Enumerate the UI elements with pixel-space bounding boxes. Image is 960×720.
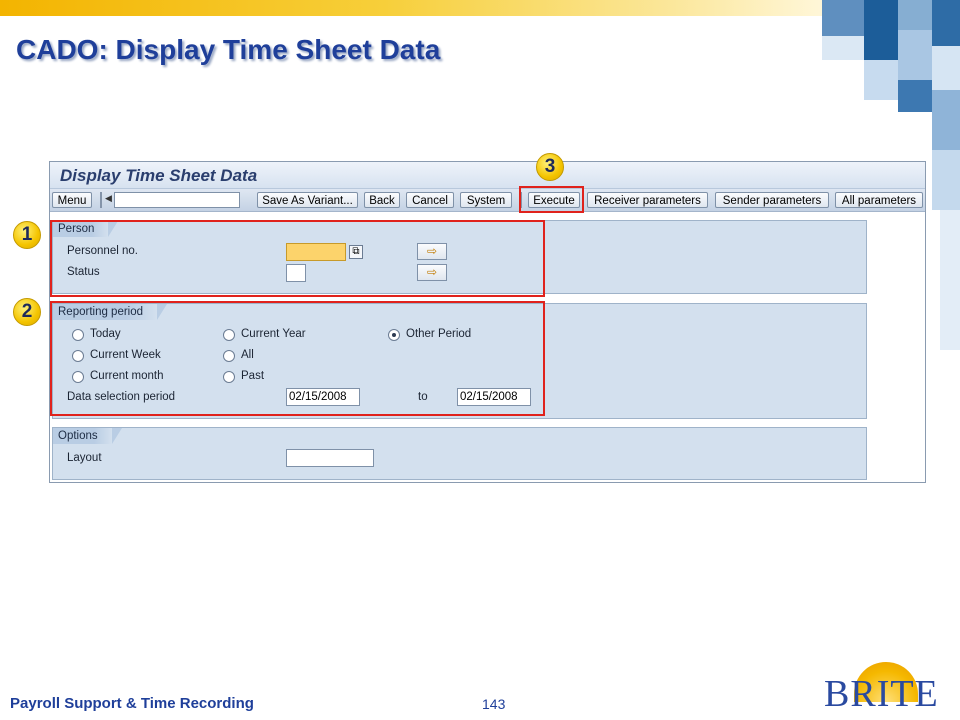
toolbar-separator — [100, 192, 102, 208]
callout-badge-2: 2 — [13, 298, 41, 326]
save-as-variant-button[interactable]: Save As Variant... — [257, 192, 358, 208]
all-parameters-button[interactable]: All parameters — [835, 192, 923, 208]
brite-logo: BRITE — [818, 662, 954, 718]
system-button[interactable]: System — [460, 192, 512, 208]
command-field[interactable] — [114, 192, 240, 208]
callout-badge-3: 3 — [536, 153, 564, 181]
logo-text: BRITE — [824, 673, 939, 715]
window-title-bar: Display Time Sheet Data — [50, 162, 925, 189]
layout-input[interactable] — [286, 449, 374, 467]
back-button[interactable]: Back — [364, 192, 400, 208]
options-group: Options Layout — [52, 427, 867, 480]
footer-course-title: Payroll Support & Time Recording — [10, 695, 254, 712]
slide-top-bar — [0, 0, 960, 16]
cancel-button[interactable]: Cancel — [406, 192, 454, 208]
menu-button[interactable]: Menu — [52, 192, 92, 208]
expand-left-icon[interactable]: ◀ — [105, 193, 112, 204]
page-number: 143 — [482, 696, 506, 712]
callout-box-reporting-period — [50, 301, 545, 416]
layout-label: Layout — [67, 452, 102, 464]
sender-parameters-button[interactable]: Sender parameters — [715, 192, 829, 208]
options-group-heading: Options — [53, 428, 122, 444]
receiver-parameters-button[interactable]: Receiver parameters — [587, 192, 708, 208]
callout-box-person — [50, 220, 545, 297]
callout-box-execute — [519, 186, 584, 213]
window-title: Display Time Sheet Data — [60, 166, 258, 185]
slide-title: CADO: Display Time Sheet Data — [16, 34, 441, 65]
callout-badge-1: 1 — [13, 221, 41, 249]
application-toolbar: Menu ◀ Save As Variant... Back Cancel Sy… — [50, 189, 925, 212]
